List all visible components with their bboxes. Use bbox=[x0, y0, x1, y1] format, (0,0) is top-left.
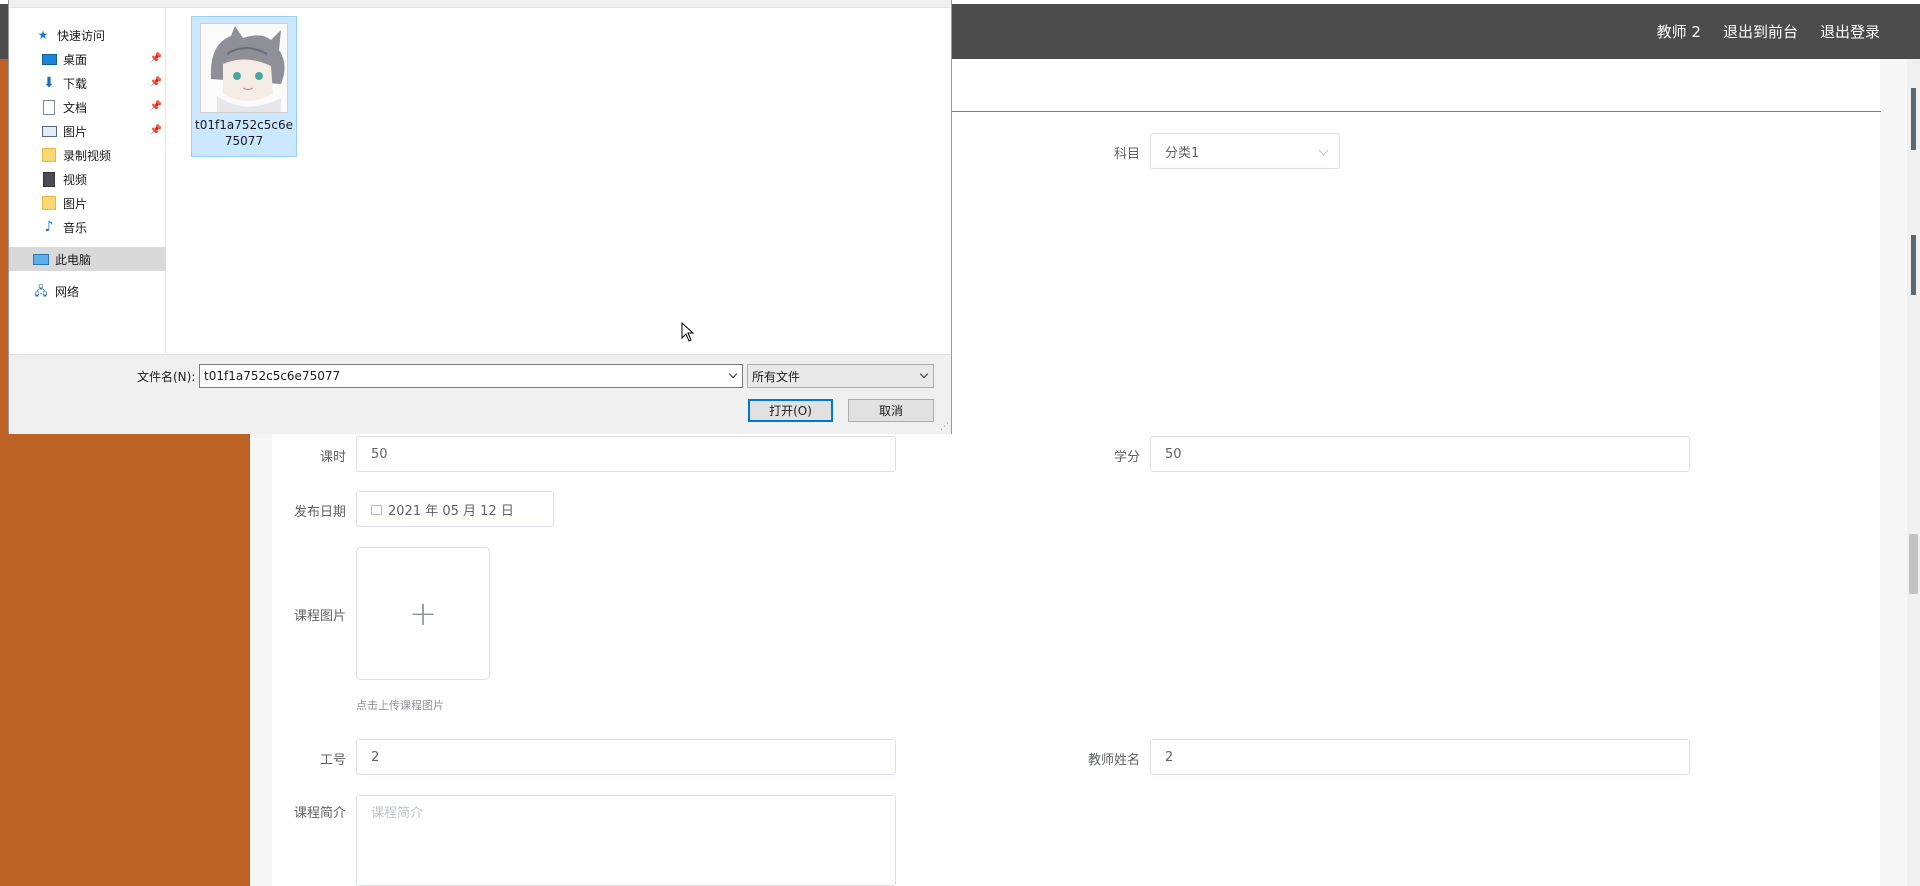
page-scrollbar[interactable] bbox=[1907, 59, 1920, 886]
tab-divider bbox=[880, 111, 1881, 112]
subject-label: 科目 bbox=[1113, 147, 1140, 162]
staff-id-value: 2 bbox=[371, 749, 380, 765]
pin-icon: 📌 bbox=[149, 125, 162, 136]
file-name: t01f1a752c5c6e75077 bbox=[195, 118, 293, 148]
nav-item-label: 图片 bbox=[63, 124, 88, 139]
nav-item-desktop[interactable]: 桌面 📌 bbox=[9, 47, 166, 71]
header-links: 教师 2 退出到前台 退出登录 bbox=[1657, 4, 1880, 59]
calendar-icon bbox=[371, 505, 382, 515]
filetype-select[interactable]: 所有文件 bbox=[747, 364, 934, 388]
nav-item-label: 音乐 bbox=[63, 220, 88, 235]
filename-value: t01f1a752c5c6e75077 bbox=[204, 369, 341, 383]
nav-item-network[interactable]: 🖧 网络 bbox=[9, 279, 166, 303]
chevron-down-icon[interactable] bbox=[728, 369, 738, 379]
hours-label: 课时 bbox=[319, 450, 346, 465]
nav-item-pictures-folder[interactable]: 图片 bbox=[9, 191, 166, 215]
filename-input[interactable]: t01f1a752c5c6e75077 bbox=[199, 364, 743, 388]
filename-label: 文件名(N): bbox=[137, 370, 196, 384]
nav-item-this-pc[interactable]: 此电脑 bbox=[9, 247, 166, 271]
nav-item-label: 网络 bbox=[55, 284, 80, 299]
intro-placeholder: 课程简介 bbox=[371, 806, 424, 821]
cancel-button[interactable]: 取消 bbox=[848, 399, 934, 422]
teacher-name-value: 2 bbox=[1165, 749, 1174, 765]
date-label: 发布日期 bbox=[293, 505, 346, 520]
folder-icon bbox=[41, 196, 57, 210]
desktop-icon bbox=[41, 52, 57, 66]
file-open-dialog: ★ 快速访问 桌面 📌 ⬇ 下载 📌 文档 📌 图片 📌 录制视频 视频 图片 … bbox=[8, 0, 952, 434]
staff-id-label: 工号 bbox=[319, 753, 346, 768]
dialog-bottom-bar: 文件名(N): t01f1a752c5c6e75077 所有文件 打开(O) 取… bbox=[9, 354, 951, 434]
nav-item-pictures[interactable]: 图片 📌 bbox=[9, 119, 166, 143]
computer-icon bbox=[33, 252, 49, 266]
upload-hint: 点击上传课程图片 bbox=[356, 699, 444, 712]
nav-item-quick-access[interactable]: ★ 快速访问 bbox=[9, 23, 166, 47]
filetype-value: 所有文件 bbox=[752, 369, 801, 384]
nav-item-label: 录制视频 bbox=[63, 148, 112, 163]
nav-item-label: 桌面 bbox=[63, 52, 88, 67]
file-list-area[interactable]: t01f1a752c5c6e75077 bbox=[167, 8, 951, 354]
intro-label: 课程简介 bbox=[293, 806, 346, 821]
image-thumbnail bbox=[200, 23, 288, 113]
nav-item-music[interactable]: ♪ 音乐 bbox=[9, 215, 166, 239]
nav-item-videos[interactable]: 视频 bbox=[9, 167, 166, 191]
subject-select[interactable]: 分类1 bbox=[1150, 133, 1340, 169]
resize-grip-icon[interactable]: ⋰ bbox=[940, 422, 949, 432]
teacher-name-input[interactable]: 2 bbox=[1150, 739, 1690, 775]
credit-input[interactable]: 50 bbox=[1150, 436, 1690, 472]
folder-icon bbox=[41, 148, 57, 162]
image-upload-button[interactable]: + bbox=[356, 547, 490, 680]
nav-item-recorded-videos[interactable]: 录制视频 bbox=[9, 143, 166, 167]
mouse-cursor-icon bbox=[681, 321, 695, 346]
chevron-down-icon bbox=[1318, 145, 1329, 156]
credit-value: 50 bbox=[1165, 446, 1182, 462]
logout-link[interactable]: 退出登录 bbox=[1820, 21, 1880, 42]
open-button[interactable]: 打开(O) bbox=[748, 399, 833, 422]
network-icon: 🖧 bbox=[34, 284, 48, 298]
nav-item-label: 快速访问 bbox=[57, 28, 106, 43]
staff-id-input[interactable]: 2 bbox=[356, 739, 896, 775]
star-icon: ★ bbox=[37, 28, 49, 42]
document-icon bbox=[41, 99, 57, 115]
nav-item-label: 文档 bbox=[63, 100, 88, 115]
date-picker[interactable]: 2021 年 05 月 12 日 bbox=[356, 491, 554, 527]
date-value: 2021 年 05 月 12 日 bbox=[388, 503, 514, 519]
nav-item-documents[interactable]: 文档 📌 bbox=[9, 95, 166, 119]
subject-select-value: 分类1 bbox=[1165, 145, 1200, 161]
nav-item-label: 此电脑 bbox=[55, 252, 92, 267]
music-icon: ♪ bbox=[44, 219, 54, 235]
navigation-pane: ★ 快速访问 桌面 📌 ⬇ 下载 📌 文档 📌 图片 📌 录制视频 视频 图片 … bbox=[9, 8, 166, 354]
hours-input[interactable]: 50 bbox=[356, 436, 896, 472]
credit-label: 学分 bbox=[1113, 450, 1140, 465]
plus-icon: + bbox=[408, 593, 438, 634]
scrollbar-thumb[interactable] bbox=[1909, 534, 1918, 594]
teacher-name-label: 教师姓名 bbox=[1087, 753, 1140, 768]
nav-item-label: 图片 bbox=[63, 196, 88, 211]
user-name-link[interactable]: 教师 2 bbox=[1657, 21, 1701, 42]
nav-item-downloads[interactable]: ⬇ 下载 📌 bbox=[9, 71, 166, 95]
pin-icon: 📌 bbox=[149, 53, 162, 64]
pin-icon: 📌 bbox=[149, 101, 162, 112]
scrollbar-marker bbox=[1911, 88, 1916, 150]
nav-item-label: 下载 bbox=[63, 76, 88, 91]
dialog-top-strip bbox=[9, 0, 951, 8]
pin-icon: 📌 bbox=[149, 77, 162, 88]
course-image-label: 课程图片 bbox=[293, 609, 346, 624]
nav-item-label: 视频 bbox=[63, 172, 88, 187]
download-icon: ⬇ bbox=[43, 75, 55, 91]
video-icon bbox=[41, 171, 57, 187]
intro-textarea[interactable]: 课程简介 bbox=[356, 795, 896, 886]
chevron-down-icon bbox=[919, 369, 929, 379]
file-item[interactable]: t01f1a752c5c6e75077 bbox=[191, 16, 297, 157]
hours-value: 50 bbox=[371, 446, 388, 462]
pictures-icon bbox=[41, 124, 57, 138]
scrollbar-marker bbox=[1911, 235, 1916, 295]
back-to-frontend-link[interactable]: 退出到前台 bbox=[1723, 21, 1798, 42]
